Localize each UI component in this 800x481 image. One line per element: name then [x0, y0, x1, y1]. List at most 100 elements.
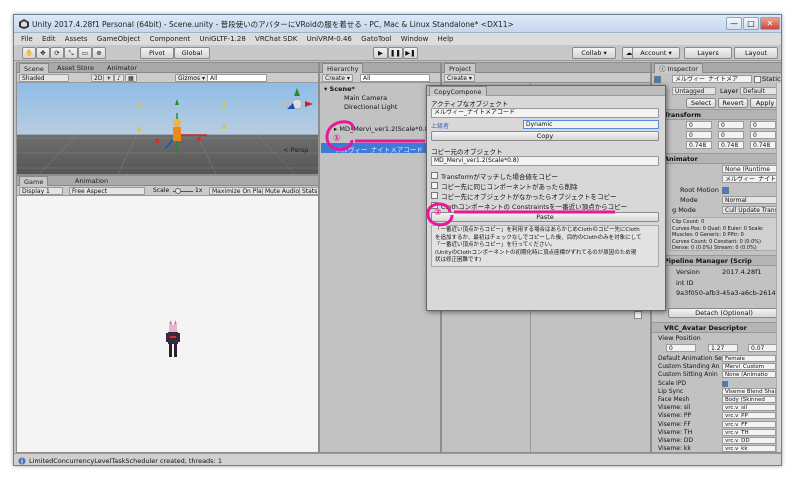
pipeline-header[interactable]: Pipeline Manager (Scrip [652, 255, 781, 266]
descriptor-row-value[interactable]: vrc.v_TH [722, 428, 776, 436]
minimize-button[interactable]: — [726, 17, 742, 30]
close-button[interactable]: ✕ [760, 17, 780, 30]
paste-button[interactable]: Paste [431, 212, 659, 222]
static-checkbox[interactable] [754, 76, 761, 83]
hierarchy-search-input[interactable]: All [360, 74, 430, 82]
effects-toggle-icon[interactable]: ▦ [125, 74, 137, 82]
menu-gatotool[interactable]: GatoTool [361, 33, 391, 45]
view-position-z[interactable]: 0.07 [748, 344, 778, 352]
descriptor-row-value[interactable]: vrc.v_FF [722, 420, 776, 428]
option-delete-same-checkbox[interactable] [431, 182, 438, 189]
tab-asset-store[interactable]: Asset Store [53, 63, 98, 73]
descriptor-row-value[interactable]: Mervi_Custom [722, 363, 776, 371]
object-name-field[interactable]: メルヴィー_ナイトメア [672, 75, 752, 83]
detach-button[interactable]: Detach (Optional) [668, 308, 780, 318]
descriptor-row-value[interactable]: vrc.v_DD [722, 437, 776, 444]
audio-toggle-icon[interactable]: ♪ [114, 74, 124, 82]
scale-slider-thumb[interactable] [175, 188, 181, 194]
lighting-toggle-icon[interactable]: ☀ [103, 74, 115, 82]
step-button[interactable]: ▶❚ [403, 47, 418, 59]
animator-header[interactable]: Animator [652, 153, 781, 164]
persp-label[interactable]: < Persp [283, 146, 308, 154]
collab-button[interactable]: Collab ▾ [572, 47, 616, 59]
descriptor-row-value[interactable]: vrc.v_sil [722, 404, 776, 412]
view-position-x[interactable]: 0 [666, 344, 696, 352]
tab-animation[interactable]: Animation [71, 176, 112, 186]
scale-z[interactable]: 0.748 [750, 141, 776, 149]
play-button[interactable]: ▶ [373, 47, 388, 59]
scale-ipd-checkbox[interactable] [722, 380, 728, 387]
descriptor-row-value[interactable]: None (Animatio [722, 371, 776, 379]
transform-header[interactable]: Transform [652, 109, 781, 120]
animator-avatar-field[interactable]: メルヴィー_ナイト [722, 175, 780, 183]
maximize-on-play-toggle[interactable]: Maximize On Play [209, 187, 269, 195]
mode-dropdown[interactable]: Dynamic [523, 120, 659, 129]
aspect-dropdown[interactable]: Free Aspect [69, 187, 145, 195]
scene-viewport[interactable] [17, 83, 319, 175]
position-z[interactable]: 0 [750, 121, 776, 129]
descriptor-header[interactable]: VRC_Avatar Descriptor [652, 322, 781, 333]
hand-tool-icon[interactable]: ✋ [22, 47, 36, 59]
menu-component[interactable]: Component [150, 33, 191, 45]
stats-toggle[interactable]: Stats [299, 187, 318, 195]
display-dropdown[interactable]: Display 1 [19, 187, 63, 195]
tab-inspector[interactable]: ⓘ Inspector [654, 63, 703, 73]
tab-hierarchy[interactable]: Hierarchy [322, 63, 364, 73]
pause-button[interactable]: ❚❚ [388, 47, 403, 59]
active-object-field[interactable]: メルヴィー_ナイトメアコード [431, 108, 659, 118]
tag-dropdown[interactable]: Untagged [672, 87, 716, 95]
menu-unigltf[interactable]: UniGLTF-1.28 [200, 33, 246, 45]
rotation-y[interactable]: 0 [718, 131, 744, 139]
rotation-x[interactable]: 0 [686, 131, 712, 139]
shading-dropdown[interactable]: Shaded [19, 74, 69, 82]
tab-copy-component[interactable]: CopyCompone [429, 86, 487, 96]
descriptor-row-value[interactable]: Female [722, 355, 776, 362]
prefab-select-button[interactable]: Select [686, 98, 716, 108]
move-tool-icon[interactable]: ✥ [36, 47, 50, 59]
mute-audio-toggle[interactable]: Mute Audio [262, 187, 302, 195]
global-toggle[interactable]: Global [174, 47, 210, 59]
scene-root[interactable]: ▾ Scene* [324, 85, 355, 93]
option-copy-object-checkbox[interactable] [431, 192, 438, 199]
active-checkbox[interactable] [654, 76, 661, 83]
hierarchy-selected-row[interactable]: メルヴィー_ナイトメアコード [321, 143, 440, 154]
scale-x[interactable]: 0.748 [686, 141, 712, 149]
layers-dropdown[interactable]: Layers [684, 47, 732, 59]
root-motion-checkbox[interactable] [722, 187, 729, 194]
menu-gameobject[interactable]: GameObject [97, 33, 141, 45]
scene-search-input[interactable]: All [207, 74, 267, 82]
position-y[interactable]: 0 [718, 121, 744, 129]
hierarchy-item-main-camera[interactable]: Main Camera [344, 94, 387, 102]
rect-tool-icon[interactable]: ▭ [78, 47, 92, 59]
rotation-z[interactable]: 0 [750, 131, 776, 139]
prefab-revert-button[interactable]: Revert [718, 98, 748, 108]
tab-project[interactable]: Project [444, 63, 477, 73]
menu-vrchat-sdk[interactable]: VRChat SDK [255, 33, 297, 45]
gizmos-dropdown[interactable]: Gizmos ▾ [175, 74, 209, 82]
menu-assets[interactable]: Assets [65, 33, 88, 45]
option-match-transform-checkbox[interactable] [431, 172, 438, 179]
menu-help[interactable]: Help [438, 33, 454, 45]
maximize-button[interactable]: □ [743, 17, 759, 30]
tab-scene[interactable]: Scene [19, 63, 49, 73]
scale-y[interactable]: 0.748 [718, 141, 744, 149]
transform-tool-icon[interactable]: ⊕ [92, 47, 106, 59]
update-mode-dropdown[interactable]: Normal [722, 196, 780, 204]
descriptor-row-value[interactable]: vrc.v_PP [722, 412, 776, 420]
layer-dropdown[interactable]: Default [740, 87, 780, 95]
project-asset-thumb[interactable] [634, 311, 642, 319]
source-object-field[interactable]: MD_Mervi_ver1.2(Scale*0.8) [431, 156, 659, 166]
tab-game[interactable]: Game [19, 176, 49, 186]
descriptor-row-value[interactable]: Body (Skinned [722, 396, 776, 403]
descriptor-row-value[interactable]: vrc.v_kk [722, 445, 776, 452]
account-dropdown[interactable]: Account ▾ [632, 47, 680, 59]
tab-animator[interactable]: Animator [103, 63, 141, 73]
rotate-tool-icon[interactable]: ⟳ [50, 47, 64, 59]
pivot-toggle[interactable]: Pivot [140, 47, 174, 59]
position-x[interactable]: 0 [686, 121, 712, 129]
menu-univrm[interactable]: UniVRM-0.46 [307, 33, 352, 45]
game-viewport[interactable] [17, 196, 319, 453]
descriptor-row-value[interactable]: Viseme Blend Shape [722, 387, 776, 395]
hierarchy-create-dropdown[interactable]: Create ▾ [322, 74, 353, 82]
hierarchy-item-md-mervi[interactable]: ▸ MD_Mervi_ver1.2(Scale*0.8) [334, 125, 431, 133]
